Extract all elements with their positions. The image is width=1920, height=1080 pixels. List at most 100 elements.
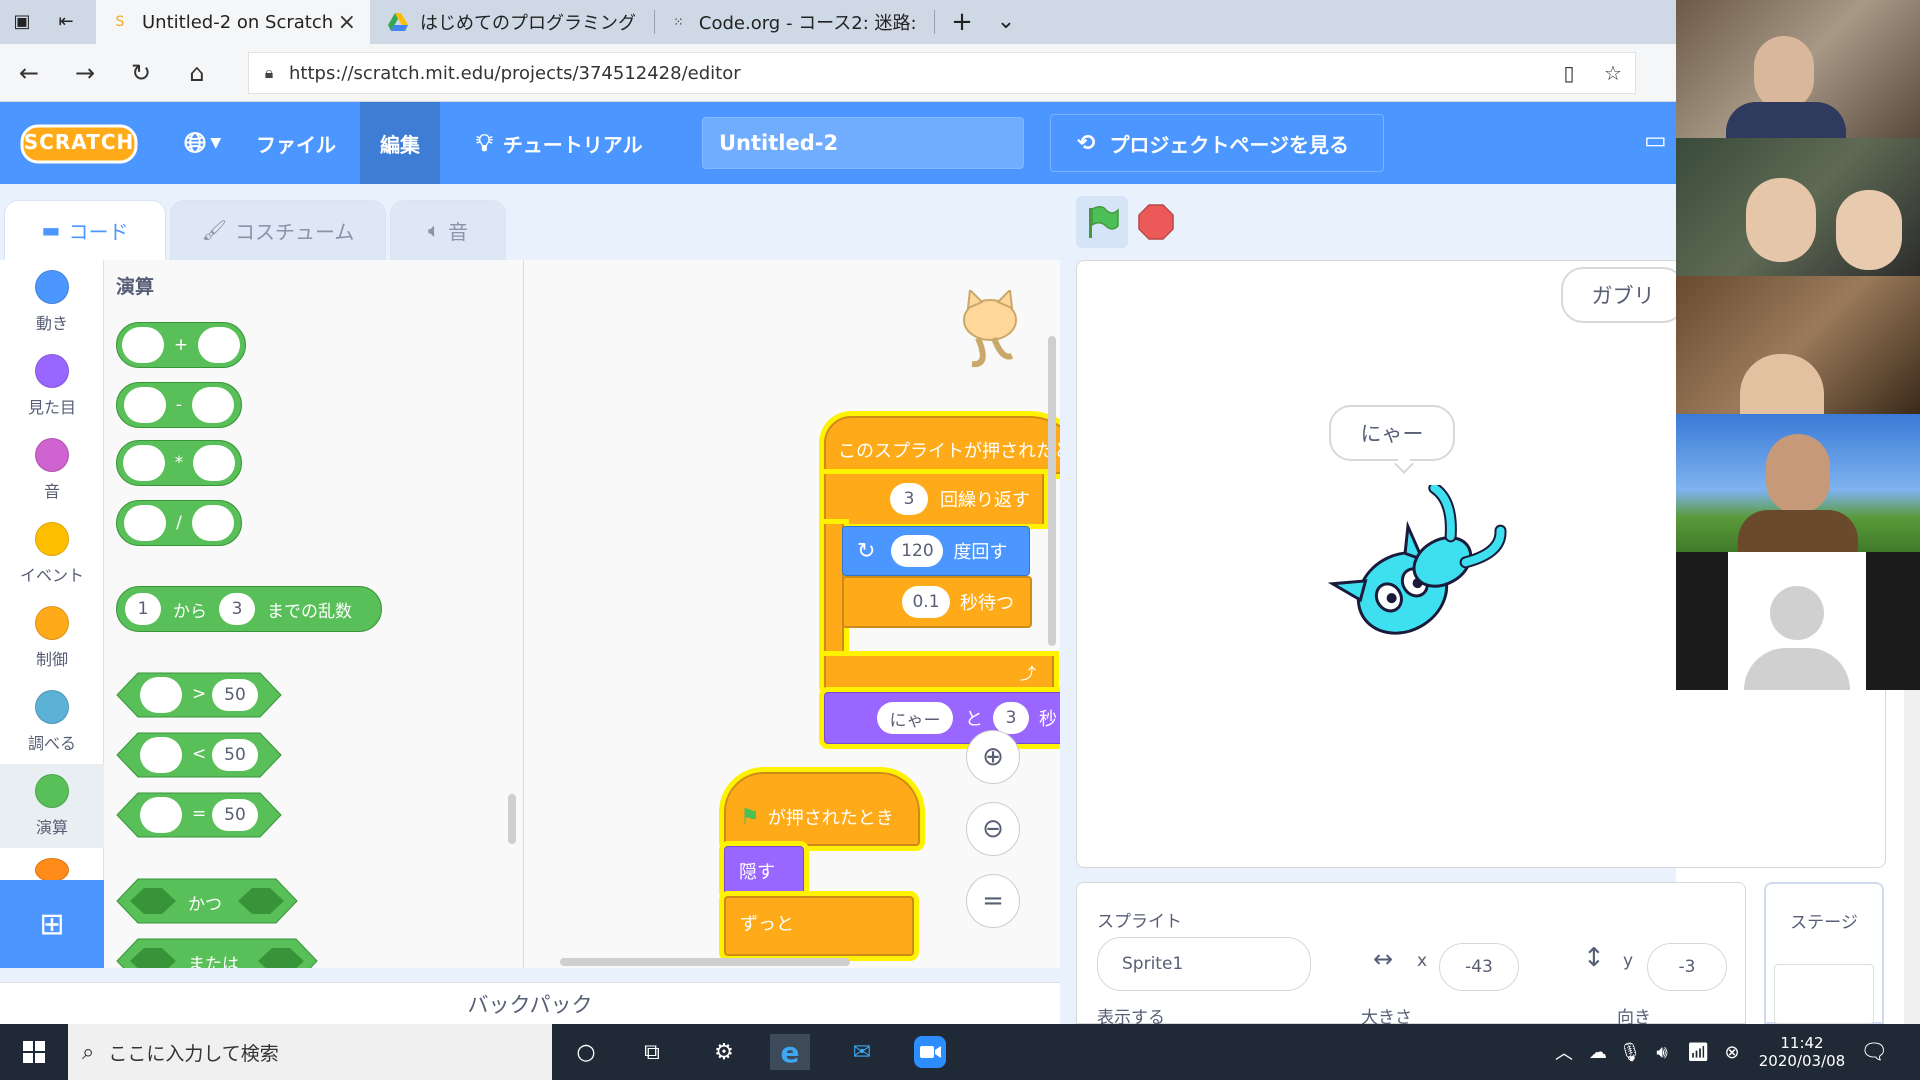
notifications-icon[interactable]: 🗨︎ [1854, 1034, 1894, 1070]
zoom-in-button[interactable]: ⊕ [966, 730, 1020, 784]
block-multiply[interactable]: * [116, 440, 242, 486]
say-text-input[interactable]: にゃー [877, 702, 953, 734]
settings-gear-icon[interactable]: ⚙ [704, 1034, 744, 1070]
input-slot[interactable] [121, 327, 164, 363]
input-slot[interactable] [192, 387, 235, 423]
input-slot[interactable] [191, 505, 234, 541]
back-arrow-icon[interactable]: ← [14, 58, 44, 88]
tab-preview-icon[interactable]: ▣ [10, 10, 34, 34]
input-slot[interactable] [140, 737, 182, 773]
input-slot[interactable] [193, 445, 236, 481]
forward-arrow-icon[interactable]: → [70, 58, 100, 88]
say-seconds-input[interactable]: 3 [993, 702, 1029, 734]
input-slot[interactable] [198, 327, 241, 363]
sprite-name-input[interactable]: Sprite1 [1097, 937, 1311, 991]
taskbar-clock[interactable]: 11:42 2020/03/08 [1752, 1026, 1852, 1078]
tabs-aside-icon[interactable]: ⇤ [54, 10, 78, 34]
task-view-icon[interactable]: ⧉ [632, 1034, 672, 1070]
refresh-icon[interactable]: ↻ [126, 58, 156, 88]
tab-sounds[interactable]: 🔈︎ 音 [390, 200, 506, 260]
block-and[interactable]: かつ [116, 878, 298, 924]
input-slot[interactable] [140, 677, 182, 713]
block-pick-random[interactable]: 1 から 3 までの乱数 [116, 586, 382, 632]
x-position-input[interactable]: -43 [1439, 943, 1519, 991]
language-menu[interactable]: 🌐︎ ▼ [168, 102, 237, 184]
tab-scratch[interactable]: S Untitled-2 on Scratch × [96, 0, 370, 44]
zoom-out-button[interactable]: ⊖ [966, 802, 1020, 856]
menu-tutorials[interactable]: 💡︎ チュートリアル [460, 102, 659, 184]
tab-code[interactable]: ▬ コード [4, 200, 166, 260]
category-control[interactable]: 制御 [0, 596, 104, 680]
taskbar-search-box[interactable]: ⌕ ここに入力して検索 [68, 1024, 552, 1080]
url-field[interactable]: 🔒︎ https://scratch.mit.edu/projects/3745… [248, 52, 1636, 94]
block-when-flag-clicked[interactable]: ⚑ が押されたとき [724, 772, 920, 846]
volume-icon[interactable]: 🔊︎ [1642, 1034, 1682, 1070]
block-equals[interactable]: = 50 [116, 792, 282, 838]
tab-google-drive[interactable]: はじめてのプログラミング - Goog [374, 0, 650, 44]
backpack-header[interactable]: バックパック [0, 982, 1060, 1024]
category-operators[interactable]: 演算 [0, 764, 104, 848]
input-slot[interactable] [140, 797, 182, 833]
zoom-app-icon[interactable] [910, 1034, 950, 1070]
block-less-than[interactable]: < 50 [116, 732, 282, 778]
compare-value-input[interactable]: 50 [212, 679, 258, 711]
favorite-star-icon[interactable]: ☆ [1591, 61, 1635, 85]
block-add[interactable]: + [116, 322, 246, 368]
block-forever[interactable]: ずっと [724, 896, 914, 956]
input-slot[interactable] [124, 505, 167, 541]
see-project-page-button[interactable]: ⟲ プロジェクトページを見る [1050, 114, 1384, 172]
block-turn-right[interactable]: ↻ 120 度回す [842, 526, 1030, 576]
block-say-for-secs[interactable]: にゃー と 3 秒 [824, 692, 1060, 744]
input-slot[interactable] [122, 445, 165, 481]
add-extension-button[interactable]: ⊞ [0, 880, 104, 968]
tab-costumes[interactable]: 🖌︎ コスチューム [170, 200, 386, 260]
palette-scrollbar[interactable] [508, 794, 516, 844]
stage-thumbnail[interactable] [1774, 964, 1874, 1024]
random-to-input[interactable]: 3 [219, 593, 255, 625]
block-repeat[interactable]: 3 回繰り返す [824, 474, 1044, 524]
green-flag-button[interactable] [1076, 196, 1128, 248]
project-title-input[interactable]: Untitled-2 [702, 117, 1024, 169]
windows-start-icon[interactable] [14, 1034, 54, 1070]
y-position-input[interactable]: -3 [1647, 943, 1727, 991]
scratch-logo[interactable]: SCRATCH [20, 122, 138, 166]
compare-value-input[interactable]: 50 [212, 799, 258, 831]
input-slot[interactable] [123, 387, 166, 423]
turn-degrees-input[interactable]: 120 [891, 535, 944, 567]
repeat-count-input[interactable]: 3 [890, 483, 928, 515]
category-events[interactable]: イベント [0, 512, 104, 596]
security-alert-icon[interactable]: ⊗ [1712, 1034, 1752, 1070]
block-hide[interactable]: 隠す [724, 846, 804, 896]
category-motion[interactable]: 動き [0, 260, 104, 344]
home-icon[interactable]: ⌂ [182, 58, 212, 88]
mail-icon[interactable]: ✉ [842, 1034, 882, 1070]
page-scrollbar[interactable] [1904, 690, 1920, 1024]
close-tab-icon[interactable]: × [338, 10, 356, 35]
script-horizontal-scrollbar[interactable] [560, 958, 850, 966]
category-sensing[interactable]: 調べる [0, 680, 104, 764]
tab-code-org[interactable]: ⁙ Code.org - コース2: 迷路: シー [656, 0, 932, 44]
new-tab-button[interactable]: + [950, 9, 974, 35]
category-sound[interactable]: 音 [0, 428, 104, 512]
edge-browser-icon[interactable]: e [770, 1034, 810, 1070]
script-area[interactable]: このスプライトが押されたと 3 回繰り返す ↻ 120 度回す 0.1 秒待つ … [524, 260, 1060, 968]
block-divide[interactable]: / [116, 500, 242, 546]
sprite-cat[interactable] [1321, 482, 1521, 645]
block-wait[interactable]: 0.1 秒待つ [842, 576, 1032, 628]
stop-button[interactable] [1138, 204, 1174, 240]
block-greater-than[interactable]: > 50 [116, 672, 282, 718]
category-looks[interactable]: 見た目 [0, 344, 104, 428]
block-subtract[interactable]: - [116, 382, 242, 428]
wait-seconds-input[interactable]: 0.1 [902, 586, 950, 618]
menu-file[interactable]: ファイル [240, 102, 352, 184]
random-from-input[interactable]: 1 [125, 593, 161, 625]
stage-selector-panel[interactable]: ステージ [1764, 882, 1884, 1024]
tab-list-chevron-icon[interactable]: ⌄ [994, 10, 1018, 34]
menu-edit[interactable]: 編集 [360, 102, 440, 184]
my-stuff-folder-icon[interactable]: ▭ [1644, 126, 1674, 156]
reading-view-icon[interactable]: ▯ [1547, 61, 1591, 85]
block-or[interactable]: または [116, 938, 318, 968]
zoom-reset-button[interactable]: = [966, 874, 1020, 928]
compare-value-input[interactable]: 50 [212, 739, 258, 771]
cortana-icon[interactable]: ○ [566, 1034, 606, 1070]
